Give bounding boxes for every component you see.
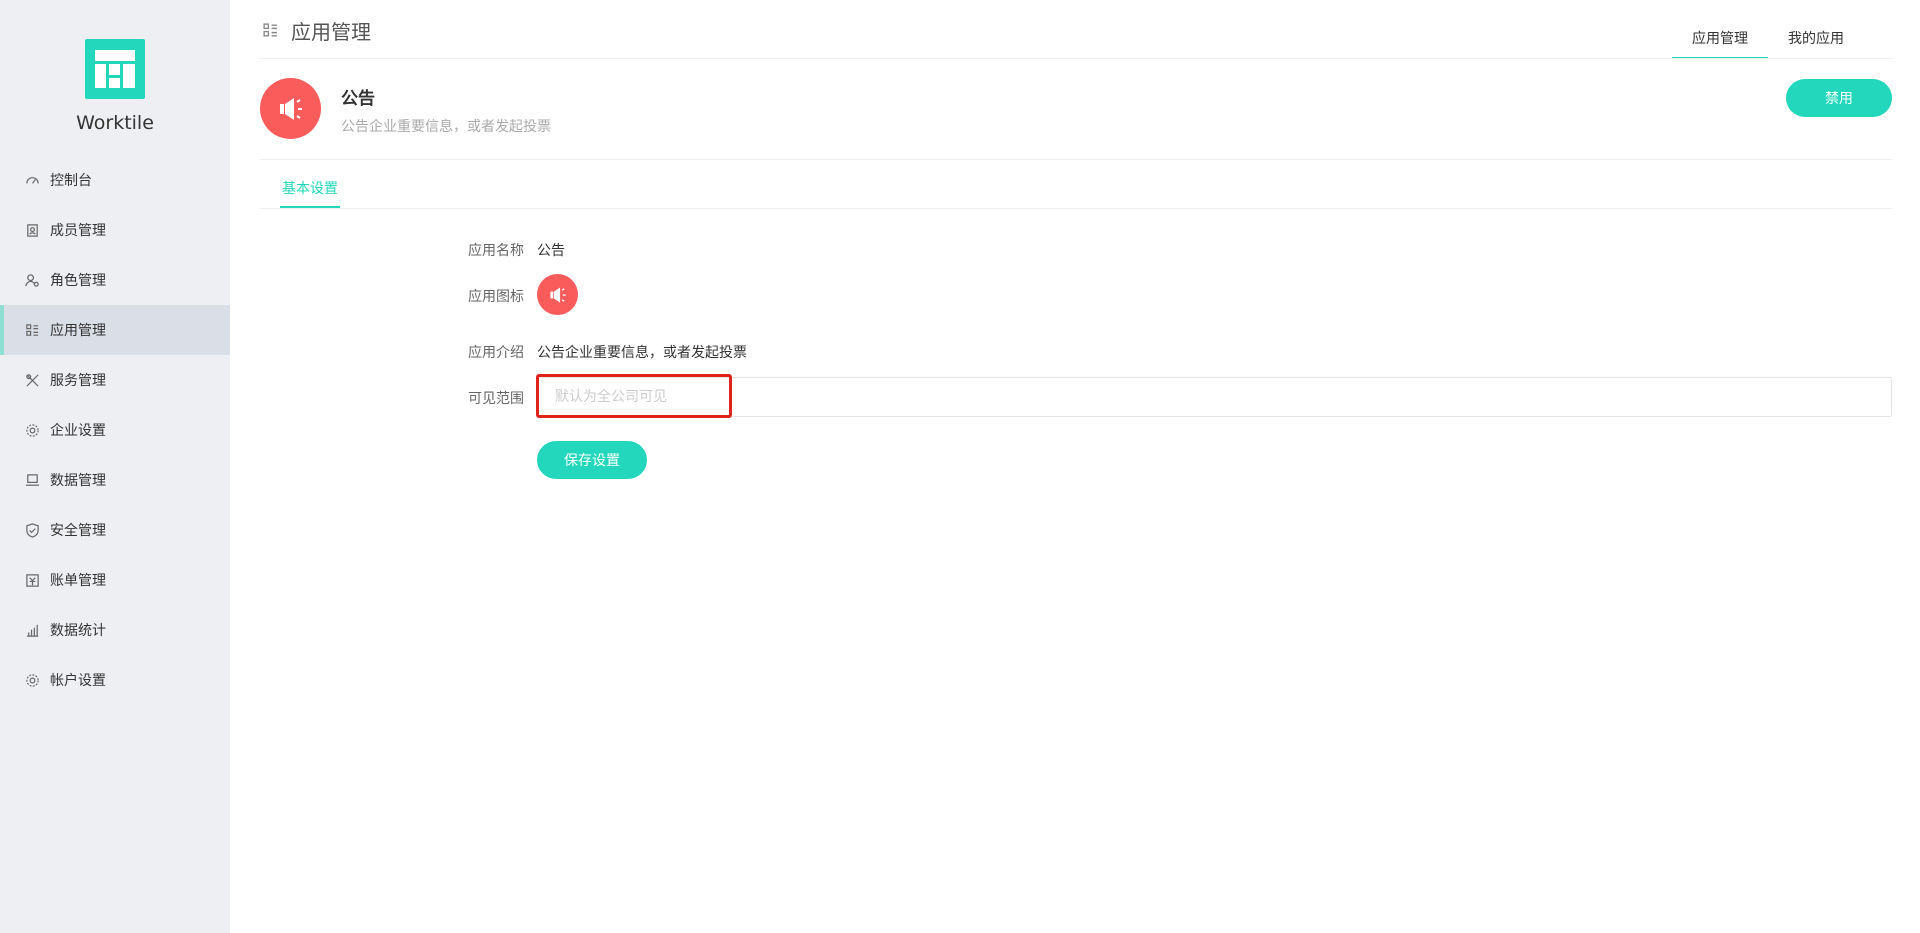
sidebar-item-members[interactable]: 成员管理 <box>0 205 230 255</box>
bill-icon <box>24 572 40 588</box>
sidebar-item-security[interactable]: 安全管理 <box>0 505 230 555</box>
sidebar-item-account-settings[interactable]: 帐户设置 <box>0 655 230 705</box>
sidebar-item-data-management[interactable]: 数据管理 <box>0 455 230 505</box>
disable-button[interactable]: 禁用 <box>1786 79 1892 117</box>
page-title: 应用管理 <box>262 16 371 45</box>
sidebar-item-label: 角色管理 <box>50 273 106 289</box>
brand-name: Worktile <box>76 112 154 134</box>
page-title-text: 应用管理 <box>291 20 371 44</box>
gear-icon <box>24 672 40 688</box>
dashboard-icon <box>24 172 40 188</box>
sidebar-item-label: 账单管理 <box>50 573 106 589</box>
sidebar-item-company-settings[interactable]: 企业设置 <box>0 405 230 455</box>
sidebar-item-roles[interactable]: 角色管理 <box>0 255 230 305</box>
sidebar-item-billing[interactable]: 账单管理 <box>0 555 230 605</box>
sidebar-item-label: 控制台 <box>50 173 92 189</box>
sidebar-item-label: 成员管理 <box>50 223 106 239</box>
subtab-divider <box>260 208 1892 209</box>
tools-icon <box>24 372 40 388</box>
app-description: 公告企业重要信息，或者发起投票 <box>341 119 551 135</box>
sidebar-item-label: 企业设置 <box>50 423 106 439</box>
app-icon-label: 应用图标 <box>468 289 524 305</box>
sidebar-item-label: 服务管理 <box>50 373 106 389</box>
chart-icon <box>24 622 40 638</box>
sidebar: Worktile 控制台 成员管理 角色管理 应用管理 服务管理 企业设置 数据 <box>0 0 230 933</box>
save-settings-button[interactable]: 保存设置 <box>537 441 647 479</box>
sidebar-item-label: 数据管理 <box>50 473 106 489</box>
app-intro-label: 应用介绍 <box>468 345 524 361</box>
sidebar-item-dashboard[interactable]: 控制台 <box>0 155 230 205</box>
sidebar-item-statistics[interactable]: 数据统计 <box>0 605 230 655</box>
sidebar-nav: 控制台 成员管理 角色管理 应用管理 服务管理 企业设置 数据管理 安全管理 账… <box>0 155 230 705</box>
megaphone-icon <box>537 274 578 315</box>
sidebar-item-label: 帐户设置 <box>50 673 106 689</box>
visibility-label: 可见范围 <box>468 391 524 407</box>
sidebar-item-label: 安全管理 <box>50 523 106 539</box>
apps-icon <box>24 322 40 338</box>
app-name-value: 公告 <box>537 243 565 259</box>
megaphone-icon <box>260 78 321 139</box>
visibility-input[interactable] <box>537 377 1892 417</box>
app-name: 公告 <box>341 89 375 109</box>
database-icon <box>24 472 40 488</box>
tab-app-management[interactable]: 应用管理 <box>1672 28 1768 59</box>
gear-icon <box>24 422 40 438</box>
card-divider <box>260 159 1892 160</box>
sidebar-item-label: 应用管理 <box>50 323 106 339</box>
sidebar-item-services[interactable]: 服务管理 <box>0 355 230 405</box>
app-intro-value: 公告企业重要信息，或者发起投票 <box>537 345 747 361</box>
header-divider <box>260 58 1892 59</box>
sidebar-item-label: 数据统计 <box>50 623 106 639</box>
worktile-logo-icon[interactable] <box>85 39 145 99</box>
header-tabs: 应用管理 我的应用 <box>1672 28 1864 59</box>
tab-basic-settings[interactable]: 基本设置 <box>280 178 340 208</box>
app-name-label: 应用名称 <box>468 243 524 259</box>
shield-icon <box>24 522 40 538</box>
apps-icon <box>263 23 277 37</box>
role-icon <box>24 272 40 288</box>
sidebar-item-apps[interactable]: 应用管理 <box>0 305 230 355</box>
member-icon <box>24 222 40 238</box>
tab-my-apps[interactable]: 我的应用 <box>1768 28 1864 59</box>
